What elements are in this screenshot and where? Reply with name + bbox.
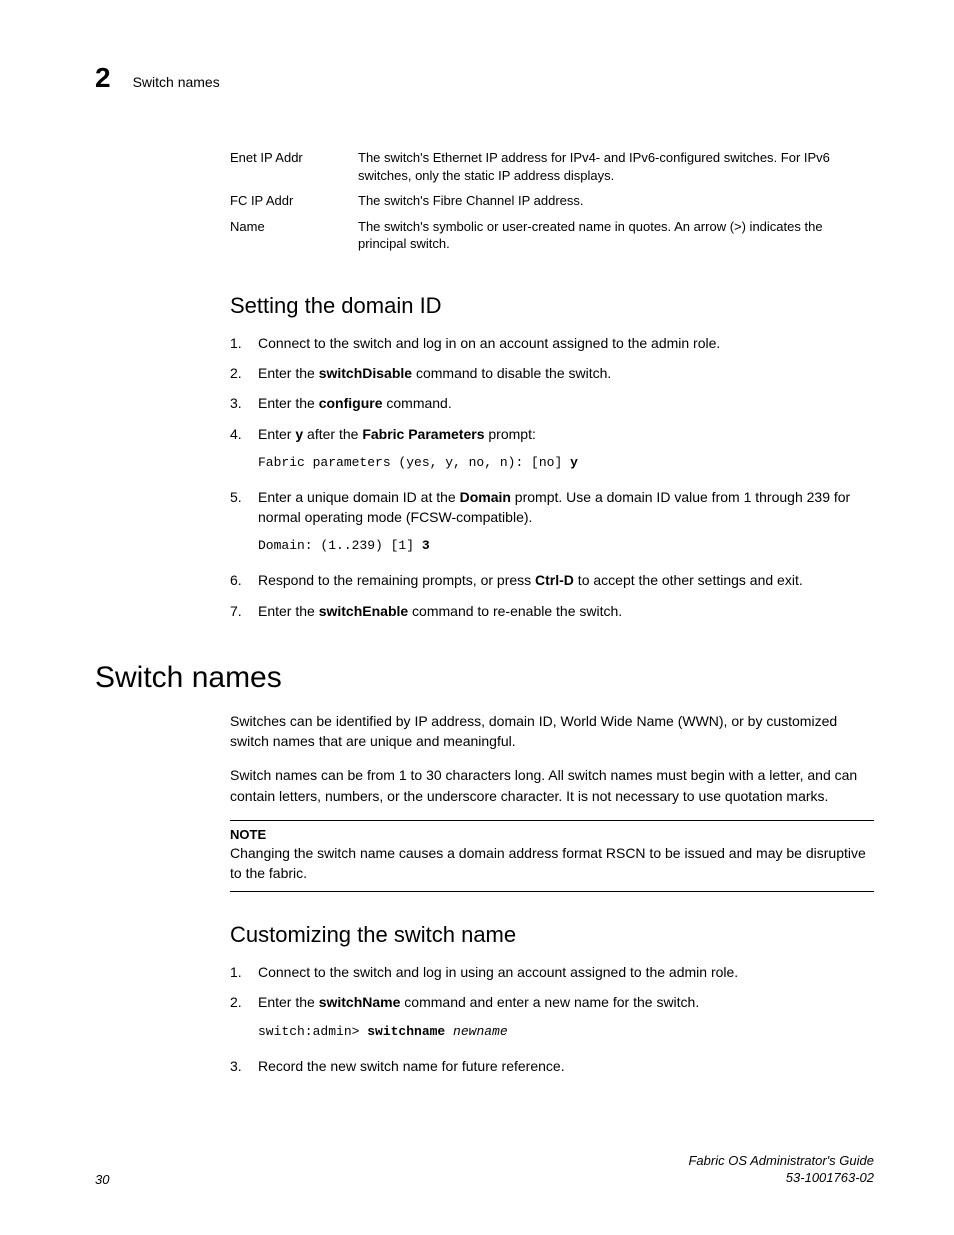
page-header: 2 Switch names [95, 62, 874, 94]
list-item: Enter the switchDisable command to disab… [230, 363, 874, 383]
content-area-2: Switches can be identified by IP address… [230, 711, 874, 1076]
doc-title: Fabric OS Administrator's Guide [688, 1153, 874, 1170]
prompt-name: Domain [460, 489, 511, 505]
section-heading-domain-id: Setting the domain ID [230, 293, 874, 319]
note-body: Changing the switch name causes a domain… [230, 844, 874, 883]
command: configure [319, 395, 383, 411]
steps-list-domain-id: Connect to the switch and log in on an a… [230, 333, 874, 621]
page-number: 30 [95, 1172, 109, 1187]
page-footer: 30 Fabric OS Administrator's Guide 53-10… [95, 1153, 874, 1187]
paragraph: Switch names can be from 1 to 30 charact… [230, 765, 874, 806]
content-area: Enet IP AddrThe switch's Ethernet IP add… [230, 149, 874, 621]
chapter-title: Switch names [95, 661, 874, 695]
definition-table: Enet IP AddrThe switch's Ethernet IP add… [230, 149, 874, 261]
list-item: Enter the configure command. [230, 393, 874, 413]
table-row: Enet IP AddrThe switch's Ethernet IP add… [230, 149, 874, 192]
chapter-number: 2 [95, 62, 111, 94]
command: switchEnable [319, 603, 408, 619]
doc-info: Fabric OS Administrator's Guide 53-10017… [688, 1153, 874, 1187]
list-item: Connect to the switch and log in using a… [230, 962, 874, 982]
code-block: Fabric parameters (yes, y, no, n): [no] … [258, 454, 874, 473]
table-row: FC IP AddrThe switch's Fibre Channel IP … [230, 192, 874, 218]
list-item: Enter the switchName command and enter a… [230, 992, 874, 1041]
section-heading-customize: Customizing the switch name [230, 922, 874, 948]
command: switchDisable [319, 365, 412, 381]
note-label: NOTE [230, 827, 874, 842]
paragraph: Switches can be identified by IP address… [230, 711, 874, 752]
term-cell: FC IP Addr [230, 192, 358, 218]
note-block: NOTE Changing the switch name causes a d… [230, 820, 874, 892]
list-item: Connect to the switch and log in on an a… [230, 333, 874, 353]
key-combo: Ctrl-D [535, 572, 574, 588]
code-block: Domain: (1..239) [1] 3 [258, 537, 874, 556]
steps-list-customize: Connect to the switch and log in using a… [230, 962, 874, 1076]
list-item: Record the new switch name for future re… [230, 1056, 874, 1076]
prompt-name: Fabric Parameters [362, 426, 484, 442]
term-cell: Enet IP Addr [230, 149, 358, 192]
command: switchName [319, 994, 405, 1010]
code-block: switch:admin> switchname newname [258, 1023, 874, 1042]
table-row: NameThe switch's symbolic or user-create… [230, 218, 874, 261]
doc-number: 53-1001763-02 [688, 1170, 874, 1187]
desc-cell: The switch's Fibre Channel IP address. [358, 192, 874, 218]
desc-cell: The switch's symbolic or user-created na… [358, 218, 874, 261]
term-cell: Name [230, 218, 358, 261]
list-item: Respond to the remaining prompts, or pre… [230, 570, 874, 590]
list-item: Enter the switchEnable command to re-ena… [230, 601, 874, 621]
list-item: Enter y after the Fabric Parameters prom… [230, 424, 874, 473]
list-item: Enter a unique domain ID at the Domain p… [230, 487, 874, 556]
header-section: Switch names [133, 74, 220, 90]
desc-cell: The switch's Ethernet IP address for IPv… [358, 149, 874, 192]
